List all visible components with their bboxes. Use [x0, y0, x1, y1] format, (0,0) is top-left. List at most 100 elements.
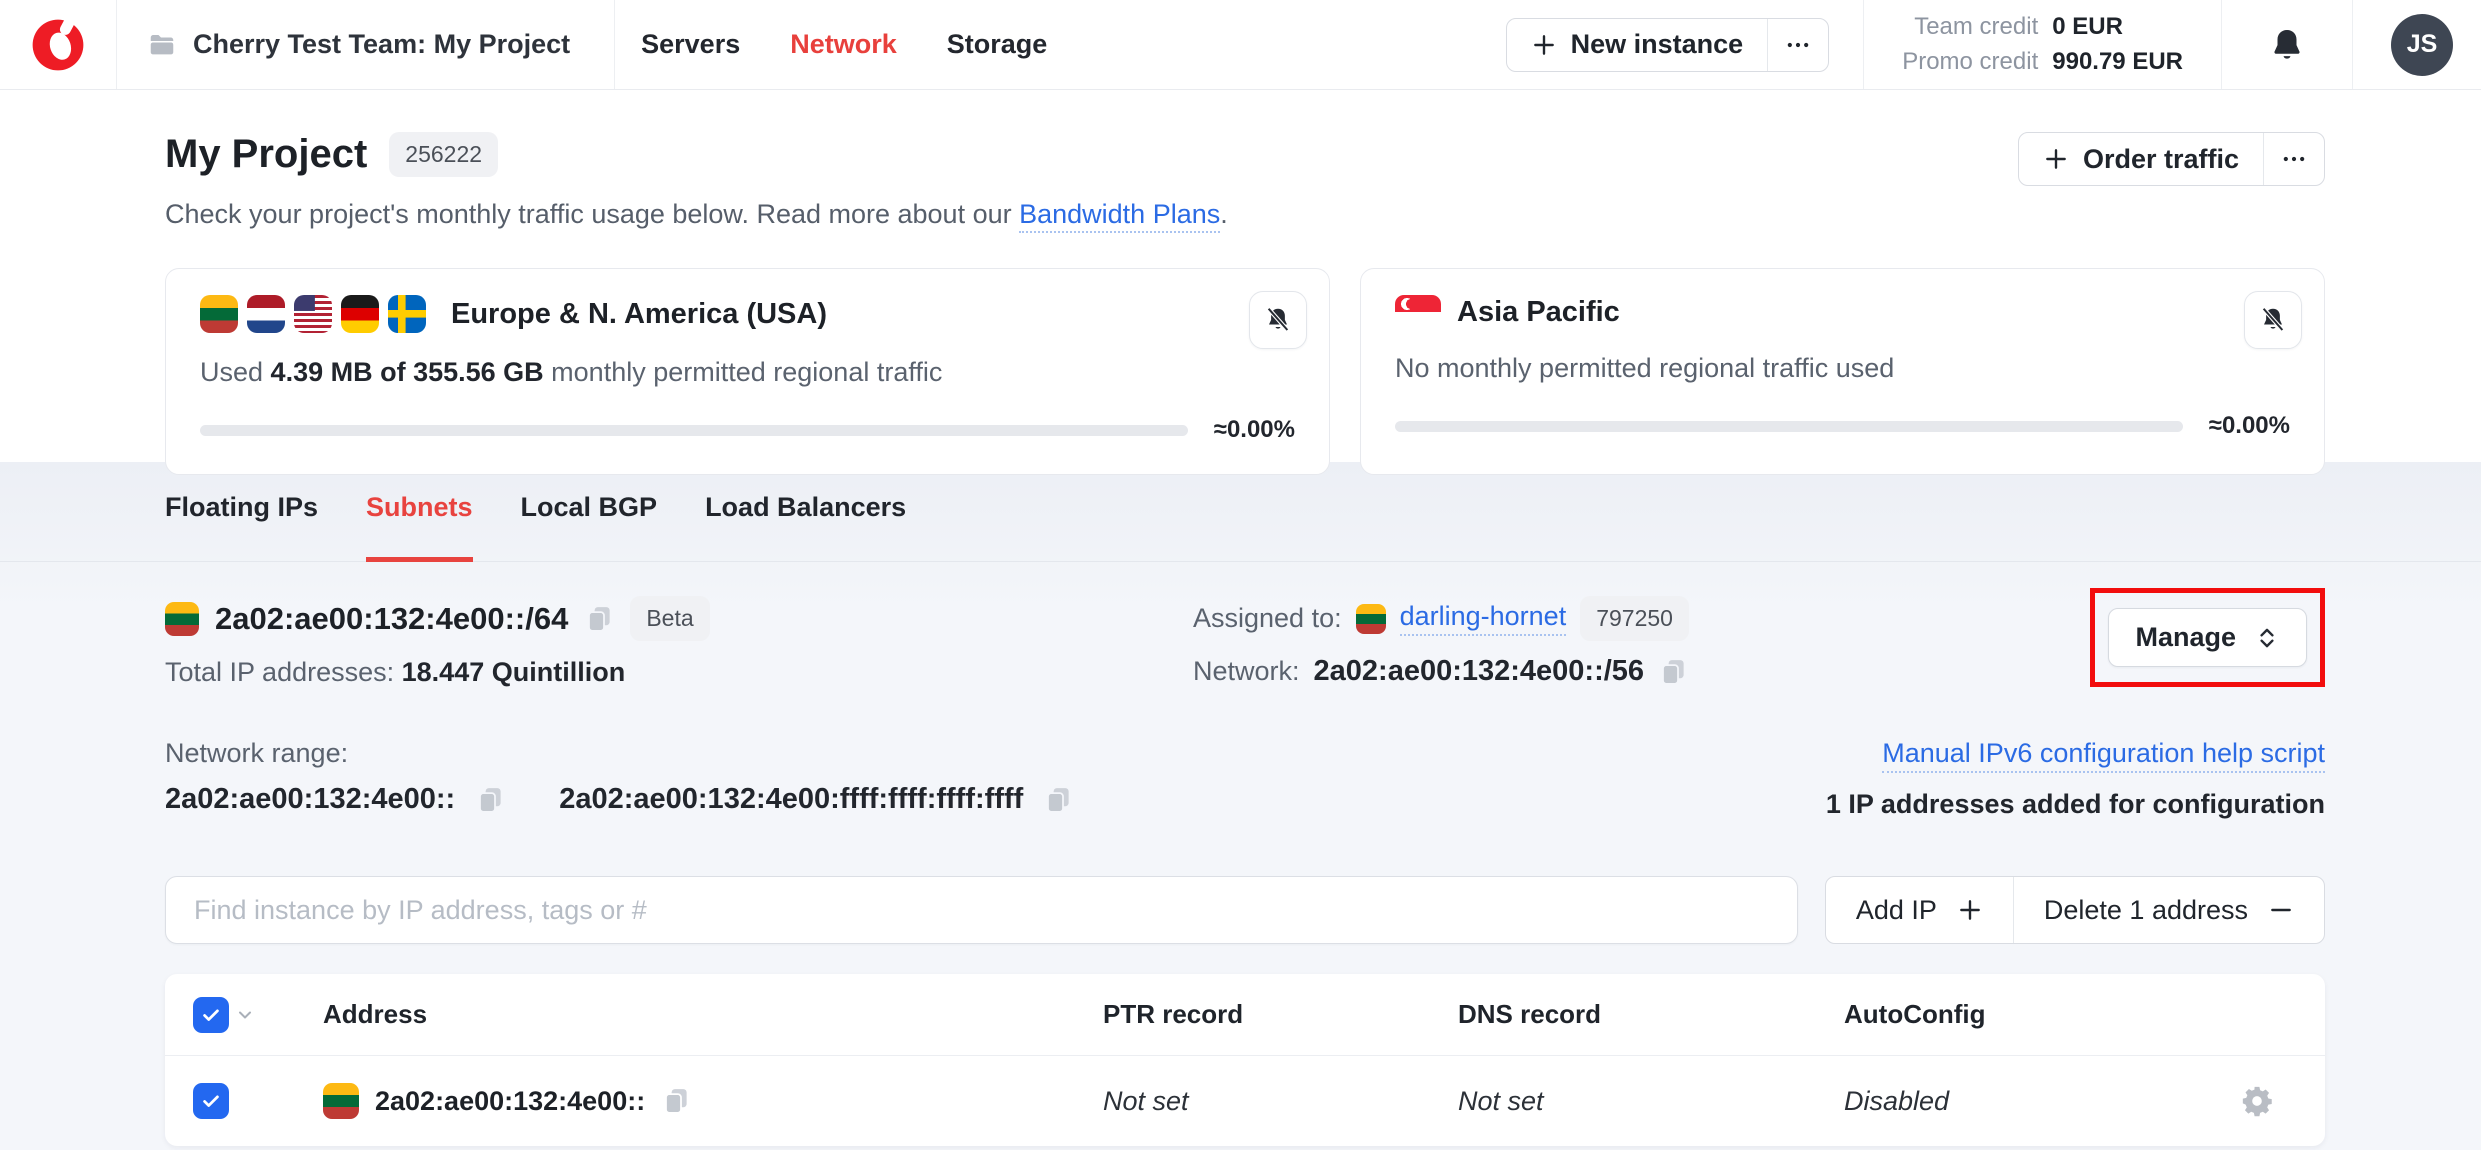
row-address: 2a02:ae00:132:4e00::: [375, 1086, 645, 1117]
mute-notifications-button[interactable]: [1249, 291, 1307, 349]
nav-link-storage[interactable]: Storage: [947, 29, 1048, 60]
usage-prefix: Used: [200, 357, 271, 387]
total-ip-value: 18.447 Quintillion: [402, 657, 626, 687]
copy-icon[interactable]: [475, 785, 505, 815]
page-title: My Project: [165, 132, 367, 177]
ip-actions-button-group: Add IP Delete 1 address: [1825, 876, 2325, 944]
flag-lithuania-icon: [323, 1083, 359, 1119]
region-title: Europe & N. America (USA): [451, 298, 827, 331]
add-ip-button[interactable]: Add IP: [1826, 877, 2013, 943]
row-checkbox[interactable]: [193, 1083, 229, 1119]
tab-floating-ips[interactable]: Floating IPs: [165, 492, 318, 562]
chevron-up-down-icon: [2254, 625, 2280, 651]
delete-address-button[interactable]: Delete 1 address: [2013, 877, 2324, 943]
flag-singapore-icon: [1395, 295, 1441, 329]
server-id-badge: 797250: [1580, 596, 1689, 641]
manage-dropdown-button[interactable]: Manage: [2108, 608, 2307, 667]
ipv6-help-script-link[interactable]: Manual IPv6 configuration help script: [1882, 738, 2325, 773]
total-ip-line: Total IP addresses: 18.447 Quintillion: [165, 657, 1193, 688]
row-autoconfig: Disabled: [1844, 1086, 2240, 1117]
subnet-cidr: 2a02:ae00:132:4e00::/64: [215, 601, 568, 637]
user-avatar[interactable]: JS: [2391, 14, 2453, 76]
network-section: Floating IPs Subnets Local BGP Load Bala…: [0, 462, 2481, 1150]
traffic-percent: ≈0.00%: [2209, 412, 2290, 440]
tab-subnets[interactable]: Subnets: [366, 492, 473, 562]
navbar-divider: [614, 0, 615, 89]
total-ip-label: Total IP addresses:: [165, 657, 402, 687]
copy-icon[interactable]: [584, 604, 614, 634]
cherry-logo[interactable]: [0, 0, 116, 89]
search-input[interactable]: [165, 876, 1798, 944]
flag-lithuania-icon: [200, 295, 238, 333]
annotation-highlight-box: Manage: [2090, 588, 2325, 687]
ellipsis-icon: [1784, 31, 1812, 59]
promo-credit-label: Promo credit: [1902, 48, 2038, 76]
plus-icon: [2043, 146, 2069, 172]
chevron-down-icon[interactable]: [235, 1005, 255, 1025]
bell-icon: [2268, 26, 2306, 64]
traffic-percent: ≈0.00%: [1214, 416, 1295, 444]
select-all-checkbox[interactable]: [193, 997, 229, 1033]
header-dns-record: DNS record: [1458, 999, 1844, 1030]
order-traffic-button[interactable]: Order traffic: [2019, 133, 2263, 185]
minus-icon: [2268, 897, 2294, 923]
team-credit-label: Team credit: [1902, 13, 2038, 41]
flag-germany-icon: [341, 295, 379, 333]
traffic-card-europe: Europe & N. America (USA) Used 4.39 MB o…: [165, 268, 1330, 475]
plus-icon: [1957, 897, 1983, 923]
network-label: Network:: [1193, 656, 1300, 687]
tab-local-bgp[interactable]: Local BGP: [521, 492, 658, 562]
bell-slash-icon: [1263, 305, 1293, 335]
usage-amount: 4.39 MB of 355.56 GB: [271, 357, 544, 387]
row-settings-button[interactable]: [2240, 1084, 2325, 1118]
network-value: 2a02:ae00:132:4e00::/56: [1314, 655, 1645, 688]
flag-sweden-icon: [388, 295, 426, 333]
mute-notifications-button[interactable]: [2244, 291, 2302, 349]
copy-icon[interactable]: [1043, 785, 1073, 815]
description-period: .: [1220, 199, 1228, 229]
nav-link-servers[interactable]: Servers: [641, 29, 740, 60]
notifications-button[interactable]: [2222, 26, 2352, 64]
row-dns-record: Not set: [1458, 1086, 1844, 1117]
flag-lithuania-icon: [1356, 604, 1386, 634]
team-credit-value: 0 EUR: [2052, 13, 2183, 41]
ip-addresses-table: Address PTR record DNS record AutoConfig…: [165, 974, 2325, 1146]
folder-icon: [147, 30, 177, 60]
usage-text: No monthly permitted regional traffic us…: [1395, 353, 2290, 384]
delete-address-label: Delete 1 address: [2044, 895, 2248, 926]
assigned-server-link[interactable]: darling-hornet: [1400, 601, 1567, 636]
copy-icon[interactable]: [661, 1086, 691, 1116]
main-nav: Servers Network Storage: [641, 29, 1047, 60]
nav-link-network[interactable]: Network: [790, 29, 897, 60]
new-instance-label: New instance: [1571, 29, 1744, 60]
new-instance-button[interactable]: New instance: [1507, 19, 1768, 71]
traffic-progress-bar: [1395, 421, 2183, 432]
new-instance-more-button[interactable]: [1767, 19, 1828, 71]
credits-summary: Team credit 0 EUR Promo credit 990.79 EU…: [1864, 13, 2221, 76]
flag-usa-icon: [294, 295, 332, 333]
project-description: Check your project's monthly traffic usa…: [165, 199, 1228, 230]
traffic-progress-bar: [200, 425, 1188, 436]
manage-label: Manage: [2135, 622, 2236, 653]
flag-netherlands-icon: [247, 295, 285, 333]
row-ptr-record: Not set: [1103, 1086, 1458, 1117]
description-text: Check your project's monthly traffic usa…: [165, 199, 1019, 229]
network-tabs: Floating IPs Subnets Local BGP Load Bala…: [0, 462, 2481, 562]
network-range-label: Network range:: [165, 738, 1073, 769]
subnet-summary: 2a02:ae00:132:4e00::/64 Beta Total IP ad…: [0, 596, 2481, 688]
top-navbar: Cherry Test Team: My Project Servers Net…: [0, 0, 2481, 90]
navbar-divider: [2352, 0, 2353, 89]
bell-slash-icon: [2258, 305, 2288, 335]
table-header-row: Address PTR record DNS record AutoConfig: [165, 974, 2325, 1056]
traffic-card-asia: Asia Pacific No monthly permitted region…: [1360, 268, 2325, 475]
copy-icon[interactable]: [1658, 657, 1688, 687]
navbar-right: New instance Team credit 0 EUR Promo cre…: [1506, 0, 2481, 89]
tab-load-balancers[interactable]: Load Balancers: [705, 492, 906, 562]
config-note: 1 IP addresses added for configuration: [1826, 789, 2325, 820]
plus-icon: [1531, 32, 1557, 58]
bandwidth-plans-link[interactable]: Bandwidth Plans: [1019, 199, 1220, 233]
team-project-selector[interactable]: Cherry Test Team: My Project: [117, 0, 614, 89]
add-ip-label: Add IP: [1856, 895, 1937, 926]
assigned-to-label: Assigned to:: [1193, 603, 1342, 634]
order-traffic-more-button[interactable]: [2263, 133, 2324, 185]
